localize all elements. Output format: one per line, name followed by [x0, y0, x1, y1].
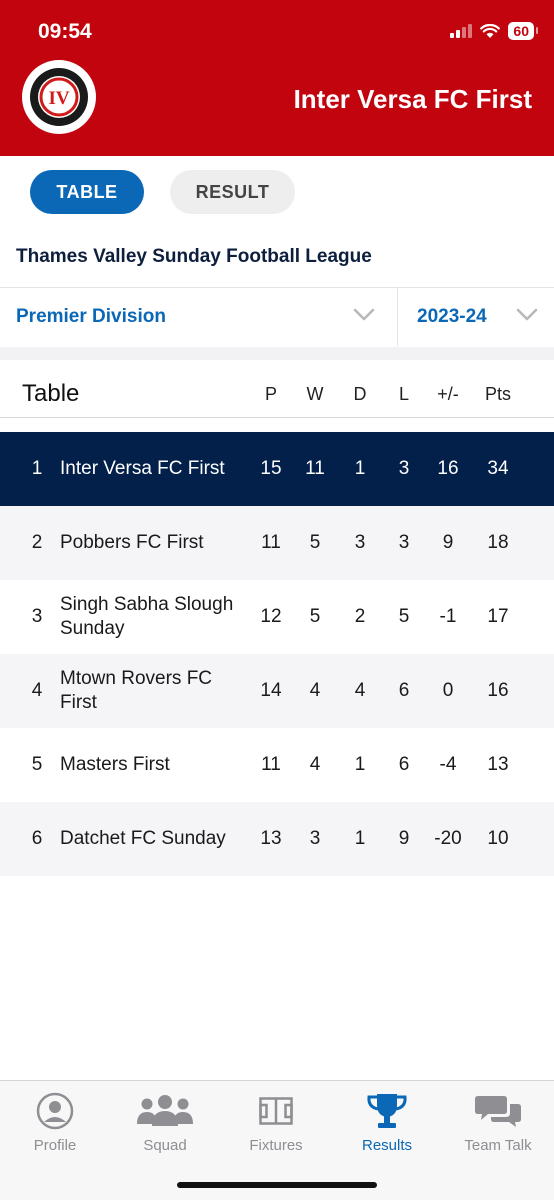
squad-icon — [137, 1095, 193, 1126]
wifi-icon — [480, 23, 501, 38]
table-row[interactable]: 4 Mtown Rovers FC First 14 4 4 6 0 16 — [0, 654, 554, 728]
row-drawn: 1 — [354, 754, 366, 775]
tab-label: Fixtures — [249, 1137, 303, 1154]
chat-icon — [475, 1096, 521, 1127]
row-position: 5 — [31, 754, 43, 775]
row-team-name: Pobbers FC First — [60, 532, 204, 553]
row-team-name: Mtown Rovers FC First — [60, 668, 213, 713]
tab-results[interactable]: Results — [332, 1089, 442, 1159]
table-row[interactable]: 2 Pobbers FC First 11 5 3 3 9 18 — [0, 506, 554, 580]
signal-icon — [450, 24, 473, 38]
home-indicator — [177, 1182, 377, 1188]
row-points: 10 — [487, 828, 509, 849]
chevron-down-icon — [516, 308, 538, 321]
row-drawn: 2 — [354, 606, 366, 627]
season-value: 2023-24 — [417, 306, 487, 327]
row-played: 11 — [261, 754, 281, 775]
row-position: 6 — [31, 828, 43, 849]
row-team-name: Inter Versa FC First — [60, 458, 225, 479]
row-points: 34 — [487, 458, 509, 479]
division-select[interactable]: Premier Division — [0, 288, 397, 346]
tab-label: Profile — [33, 1137, 77, 1154]
team-title: Inter Versa FC First — [293, 84, 532, 114]
club-logo[interactable]: IV — [22, 60, 96, 134]
filter-row: Premier Division 2023-24 — [0, 288, 554, 346]
status-icons: 60 — [450, 22, 538, 40]
svg-text:IV: IV — [48, 88, 69, 109]
row-played: 15 — [260, 458, 282, 479]
row-team-name: Singh Sabha Slough Sunday — [60, 594, 234, 639]
col-header-played: P — [264, 384, 277, 404]
table-row[interactable]: 5 Masters First 11 4 1 6 -4 13 — [0, 728, 554, 802]
table-row[interactable]: 3 Singh Sabha Slough Sunday 12 5 2 5 -1 … — [0, 580, 554, 654]
col-header-lost: L — [398, 384, 409, 404]
tab-team-talk[interactable]: Team Talk — [443, 1089, 553, 1159]
result-tab-button[interactable]: RESULT — [170, 170, 295, 214]
division-value: Premier Division — [16, 306, 166, 327]
row-won: 4 — [309, 754, 321, 775]
season-select[interactable]: 2023-24 — [398, 288, 554, 346]
row-won: 4 — [309, 680, 321, 701]
row-goal-diff: 9 — [442, 532, 454, 553]
row-lost: 9 — [398, 828, 410, 849]
row-lost: 3 — [398, 532, 410, 553]
row-goal-diff: -4 — [439, 754, 457, 775]
row-won: 5 — [309, 606, 321, 627]
row-lost: 6 — [398, 680, 410, 701]
row-goal-diff: 16 — [437, 458, 459, 479]
row-drawn: 1 — [354, 828, 366, 849]
row-played: 13 — [260, 828, 282, 849]
tab-label: Team Talk — [464, 1137, 532, 1154]
table-row[interactable]: 1 Inter Versa FC First 15 11 1 3 16 34 — [0, 432, 554, 506]
profile-icon — [36, 1092, 74, 1130]
row-drawn: 1 — [354, 458, 366, 479]
status-time: 09:54 — [38, 20, 92, 43]
row-played: 12 — [260, 606, 282, 627]
row-position: 4 — [31, 680, 43, 701]
section-gap — [0, 347, 554, 360]
row-position: 2 — [31, 532, 43, 553]
row-won: 5 — [309, 532, 321, 553]
row-points: 13 — [487, 754, 509, 775]
row-lost: 5 — [398, 606, 410, 627]
row-points: 16 — [487, 680, 509, 701]
row-position: 1 — [31, 458, 43, 479]
row-drawn: 4 — [354, 680, 366, 701]
row-team-name: Datchet FC Sunday — [60, 828, 226, 849]
row-goal-diff: 0 — [442, 680, 454, 701]
col-header-points: Pts — [484, 384, 511, 404]
table-header: Table P W D L +/- Pts — [0, 362, 554, 418]
table-row[interactable]: 6 Datchet FC Sunday 13 3 1 9 -20 10 — [0, 802, 554, 876]
tab-profile[interactable]: Profile — [0, 1089, 110, 1159]
app-header: 09:54 60 IV Inter Versa FC First — [0, 0, 554, 156]
col-header-won: W — [306, 384, 324, 404]
row-goal-diff: -20 — [434, 828, 462, 849]
row-points: 18 — [487, 532, 509, 553]
row-won: 11 — [305, 458, 325, 479]
col-header-goal-diff: +/- — [437, 384, 459, 404]
tab-fixtures[interactable]: Fixtures — [221, 1089, 331, 1159]
row-points: 17 — [487, 606, 509, 627]
row-lost: 6 — [398, 754, 410, 775]
col-header-drawn: D — [353, 384, 367, 404]
table-title: Table — [22, 380, 80, 407]
row-played: 14 — [260, 680, 282, 701]
row-lost: 3 — [398, 458, 410, 479]
row-goal-diff: -1 — [439, 606, 457, 627]
row-played: 11 — [261, 532, 281, 553]
tab-squad[interactable]: Squad — [110, 1089, 220, 1159]
club-crest-icon: IV — [30, 68, 88, 126]
table-tab-button[interactable]: TABLE — [30, 170, 144, 214]
row-position: 3 — [31, 606, 43, 627]
row-team-name: Masters First — [60, 754, 170, 775]
league-name: Thames Valley Sunday Football League — [16, 246, 372, 267]
fixtures-icon — [259, 1097, 293, 1125]
tab-label: Results — [361, 1137, 413, 1154]
tab-label: Squad — [143, 1137, 187, 1154]
row-won: 3 — [309, 828, 321, 849]
chevron-down-icon — [353, 308, 375, 321]
trophy-icon — [367, 1094, 407, 1128]
row-drawn: 3 — [354, 532, 366, 553]
battery-indicator: 60 — [508, 22, 538, 40]
